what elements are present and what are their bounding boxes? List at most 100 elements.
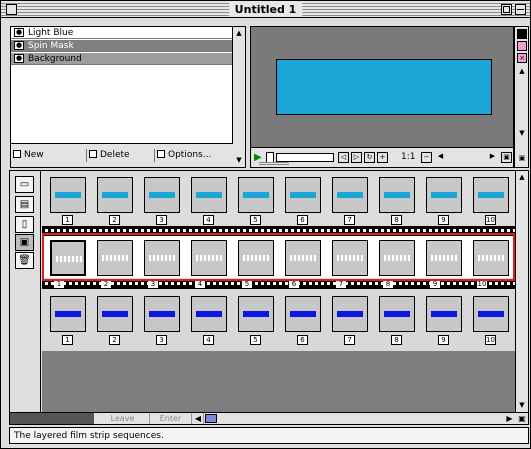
trash-tool-icon[interactable]: 🗑 — [15, 252, 34, 269]
frame-background[interactable] — [144, 296, 180, 332]
sprocket-hole — [345, 229, 348, 232]
film-frame-number: 10 — [477, 280, 487, 288]
frame-spin-mask[interactable] — [285, 240, 321, 276]
sprocket-hole — [285, 229, 288, 232]
frame-spin-mask[interactable] — [50, 240, 86, 276]
frame-background[interactable] — [473, 296, 509, 332]
sprocket-hole — [321, 229, 324, 232]
frame-spin-mask[interactable] — [473, 240, 509, 276]
frame-bar — [337, 311, 363, 317]
eye-icon[interactable]: ● — [14, 54, 24, 63]
frame-light-blue[interactable] — [50, 177, 86, 213]
scroll-up-arrow-icon[interactable]: ▲ — [516, 171, 528, 183]
mask-tool-icon[interactable]: ▣ — [15, 234, 34, 251]
resize-icon[interactable]: ▣ — [501, 152, 512, 163]
sprocket-hole — [369, 282, 372, 285]
status-bar: The layered film strip sequences. — [9, 427, 529, 444]
scroll-thumb[interactable] — [205, 414, 217, 423]
playback-progress[interactable] — [276, 153, 334, 162]
frame-light-blue[interactable] — [332, 177, 368, 213]
zoom-box[interactable] — [501, 4, 512, 15]
frame-spin-mask[interactable] — [379, 240, 415, 276]
frame-background[interactable] — [426, 296, 462, 332]
trash-icon — [89, 150, 97, 158]
scroll-down-arrow-icon[interactable]: ▼ — [233, 154, 245, 166]
frame-spin-mask[interactable] — [238, 240, 274, 276]
scroll-right-icon[interactable]: ▶ — [487, 152, 498, 163]
sprocket-hole — [339, 229, 342, 232]
scroll-up-arrow-icon[interactable]: ▲ — [233, 27, 245, 39]
sprocket-hole — [291, 229, 294, 232]
layer-row-light-blue[interactable]: ● Light Blue — [11, 27, 233, 39]
frame-spin-mask[interactable] — [191, 240, 227, 276]
sprocket-hole — [411, 229, 414, 232]
collapse-box[interactable] — [515, 4, 526, 15]
enter-button[interactable]: Enter — [150, 413, 192, 424]
new-frame-tool-icon[interactable]: ▭ — [15, 176, 34, 193]
frame-background[interactable] — [97, 296, 133, 332]
scroll-left-icon[interactable]: ◀ — [435, 152, 446, 163]
preview-canvas[interactable] — [250, 26, 514, 148]
resize-icon[interactable]: ▣ — [516, 413, 528, 424]
title-bar[interactable]: Untitled 1 — [1, 1, 530, 18]
close-box[interactable] — [6, 4, 17, 15]
film-strip-scrollbar[interactable]: ▲ ▼ — [515, 171, 528, 412]
paste-tool-icon[interactable]: ▯ — [15, 216, 34, 233]
frame-light-blue[interactable] — [473, 177, 509, 213]
scroll-down-arrow-icon[interactable]: ▼ — [516, 399, 528, 411]
frame-bar — [290, 192, 316, 198]
new-layer-button[interactable]: New — [11, 149, 87, 162]
film-strip-top — [42, 226, 516, 236]
pink-x-icon[interactable]: × — [517, 53, 527, 63]
preview-rectangle — [276, 59, 492, 115]
eye-icon[interactable]: ● — [14, 41, 24, 50]
step-back-icon[interactable]: ◁ — [338, 152, 349, 163]
scroll-up-arrow-icon[interactable]: ▲ — [516, 65, 528, 77]
sprocket-hole — [117, 282, 120, 285]
frame-background[interactable] — [285, 296, 321, 332]
layer-row-spin-mask[interactable]: ● Spin Mask — [11, 40, 233, 52]
frame-light-blue[interactable] — [191, 177, 227, 213]
frame-spin-mask[interactable] — [332, 240, 368, 276]
frame-light-blue[interactable] — [144, 177, 180, 213]
frame-background[interactable] — [191, 296, 227, 332]
layer-row-background[interactable]: ● Background — [11, 53, 233, 65]
zoom-out-icon[interactable]: − — [421, 152, 432, 163]
pink-square-icon[interactable] — [517, 41, 527, 51]
black-square-icon[interactable] — [517, 29, 527, 39]
scroll-left-icon[interactable]: ◀ — [193, 413, 204, 424]
frame-spin-mask[interactable] — [97, 240, 133, 276]
loop-icon[interactable]: ↻ — [364, 152, 375, 163]
resize-icon[interactable]: ▣ — [516, 152, 528, 164]
options-button[interactable]: Options... — [155, 149, 233, 162]
frame-light-blue[interactable] — [238, 177, 274, 213]
frame-number: 6 — [297, 215, 308, 225]
panel-divider-grip[interactable] — [259, 162, 289, 165]
frame-background[interactable] — [238, 296, 274, 332]
duplicate-tool-icon[interactable]: ▤ — [15, 196, 34, 213]
options-icon — [157, 150, 165, 158]
sprocket-hole — [183, 282, 186, 285]
sprocket-hole — [483, 229, 486, 232]
zoom-in-icon[interactable]: + — [377, 152, 388, 163]
step-forward-icon[interactable]: ▷ — [351, 152, 362, 163]
frame-spin-mask[interactable] — [144, 240, 180, 276]
frame-background[interactable] — [50, 296, 86, 332]
leave-button[interactable]: Leave — [96, 413, 150, 424]
frame-light-blue[interactable] — [379, 177, 415, 213]
frame-background[interactable] — [332, 296, 368, 332]
frame-bar — [478, 192, 504, 198]
delete-layer-button[interactable]: Delete — [87, 149, 155, 162]
frame-spin-mask[interactable] — [426, 240, 462, 276]
layers-scrollbar[interactable]: ▲ ▼ — [232, 27, 245, 167]
eye-icon[interactable]: ● — [14, 28, 24, 37]
frame-background[interactable] — [379, 296, 415, 332]
scroll-right-icon[interactable]: ▶ — [504, 413, 515, 424]
frame-light-blue[interactable] — [426, 177, 462, 213]
sprocket-hole — [417, 282, 420, 285]
playback-controls: ▶ ◁ ▷ ↻ + 1:1 − ◀ ▶ ▣ — [250, 148, 514, 168]
frame-light-blue[interactable] — [97, 177, 133, 213]
scroll-down-arrow-icon[interactable]: ▼ — [516, 127, 528, 139]
frame-light-blue[interactable] — [285, 177, 321, 213]
film-frame-number: 6 — [289, 280, 299, 288]
